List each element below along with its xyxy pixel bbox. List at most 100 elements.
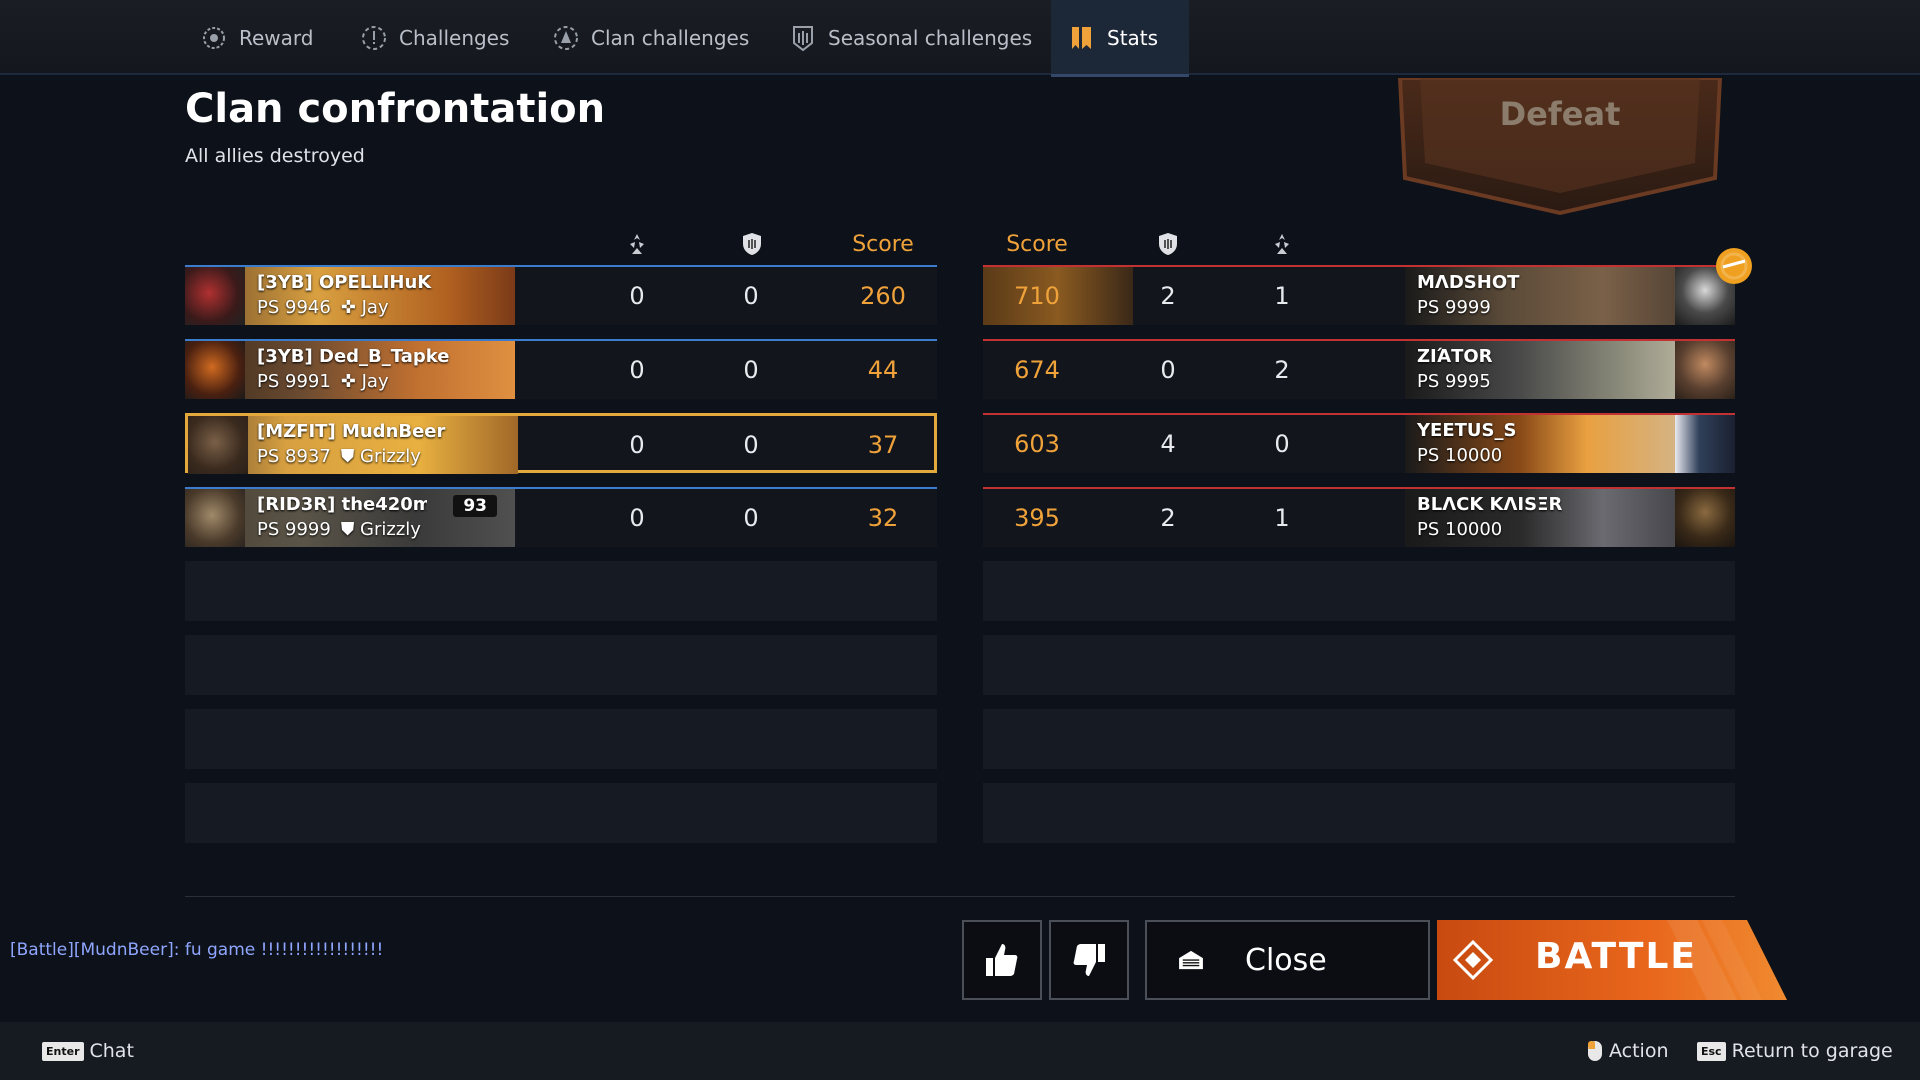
kills-value: 0 bbox=[629, 504, 645, 532]
stats-icon bbox=[1072, 26, 1091, 49]
squad-label: Grizzly bbox=[360, 519, 421, 540]
assists-value: 2 bbox=[1160, 282, 1176, 310]
player-ps: PS 10000 bbox=[1417, 445, 1503, 466]
kills-value: 0 bbox=[629, 356, 645, 384]
table-row[interactable]: [3YB] OPELLIHuK PS 9946 ✜ Jay 0 0 260 bbox=[185, 265, 937, 325]
assists-value: 0 bbox=[1160, 356, 1176, 384]
tab-label: Stats bbox=[1107, 25, 1159, 50]
player-card[interactable]: [MZFIT] MudnBeer PS 8937 ⛊ Grizzly bbox=[188, 416, 518, 474]
table-row[interactable]: 674 0 2 ZIΆTOR PS 9995 bbox=[983, 339, 1735, 399]
player-name: [MZFIT] MudnBeer bbox=[257, 421, 446, 442]
top-tab-bar: Reward Challenges Clan challenges Season… bbox=[0, 0, 1920, 77]
player-ps: PS 8937 ⛊ Grizzly bbox=[257, 446, 421, 467]
avatar bbox=[1675, 415, 1735, 473]
tab-label: Clan challenges bbox=[591, 25, 750, 50]
dislike-button[interactable] bbox=[1049, 920, 1129, 1000]
player-ps: PS 9946 ✜ Jay bbox=[257, 297, 389, 318]
table-row[interactable]: [3YB] Ded_B_Tapke PS 9991 ✜ Jay 0 0 44 bbox=[185, 339, 937, 399]
player-name: YEETUS_S bbox=[1417, 420, 1517, 441]
assists-value: 0 bbox=[743, 282, 759, 310]
table-row-current-player[interactable]: [MZFIT] MudnBeer PS 8937 ⛊ Grizzly 0 0 37 bbox=[185, 413, 937, 474]
table-row[interactable]: 710 2 1 MΛDSHOT PS 9999 bbox=[983, 248, 1752, 325]
reward-icon bbox=[203, 26, 225, 49]
avatar bbox=[185, 489, 245, 547]
player-ps: PS 10000 bbox=[1417, 519, 1503, 540]
empty-row bbox=[983, 783, 1735, 843]
return-to-garage-hint[interactable]: Esc Return to garage bbox=[1697, 1040, 1893, 1062]
shield-icon bbox=[743, 233, 761, 255]
ps-value: PS 9991 bbox=[257, 371, 331, 392]
player-name: ZIΆTOR bbox=[1417, 346, 1493, 367]
divider bbox=[185, 896, 1735, 897]
table-row[interactable]: 603 4 0 YEETUS_S PS 10000 bbox=[983, 413, 1735, 473]
column-header-assists bbox=[737, 232, 767, 262]
score-value: 260 bbox=[860, 282, 906, 310]
enter-key-icon: Enter bbox=[42, 1041, 84, 1061]
tab-label: Challenges bbox=[399, 25, 510, 50]
empty-row bbox=[185, 561, 937, 621]
player-card[interactable]: YEETUS_S PS 10000 bbox=[1405, 415, 1735, 473]
squad-name: ✜ Jay bbox=[340, 297, 389, 318]
result-label: Defeat bbox=[1499, 95, 1621, 133]
player-name: [3YB] OPELLIHuK bbox=[257, 272, 432, 293]
action-hint[interactable]: Action bbox=[1587, 1040, 1669, 1062]
esc-key-icon: Esc bbox=[1697, 1041, 1726, 1061]
assists-value: 4 bbox=[1160, 430, 1176, 458]
kills-icon bbox=[630, 234, 644, 254]
empty-row bbox=[185, 783, 937, 843]
tab-clan-challenges[interactable]: Clan challenges bbox=[537, 0, 763, 75]
tab-seasonal-challenges[interactable]: Seasonal challenges bbox=[774, 0, 1046, 75]
player-card[interactable]: [3YB] Ded_B_Tapke PS 9991 ✜ Jay bbox=[185, 341, 515, 399]
tab-label: Reward bbox=[239, 25, 314, 50]
assists-value: 0 bbox=[743, 356, 759, 384]
chat-hint[interactable]: Enter Chat bbox=[42, 1040, 134, 1062]
player-card[interactable]: [RID3R] the420mo PS 9999 ⛊ Grizzly 93 bbox=[185, 489, 515, 547]
assists-value: 0 bbox=[743, 431, 759, 459]
empty-row bbox=[185, 709, 937, 769]
player-name: [3YB] Ded_B_Tapke bbox=[257, 346, 450, 367]
like-button[interactable] bbox=[962, 920, 1042, 1000]
squad-name: ✜ Jay bbox=[340, 371, 389, 392]
table-row[interactable]: [RID3R] the420mo PS 9999 ⛊ Grizzly 93 0 0… bbox=[185, 487, 937, 547]
avatar bbox=[185, 267, 245, 325]
tab-label: Seasonal challenges bbox=[828, 25, 1033, 50]
tab-stats[interactable]: Stats bbox=[1051, 0, 1189, 77]
kills-value: 2 bbox=[1274, 356, 1290, 384]
squad-label: Jay bbox=[361, 297, 389, 318]
close-button[interactable]: Close bbox=[1145, 920, 1430, 1000]
ps-value: PS 9999 bbox=[257, 519, 331, 540]
player-card[interactable]: BLΛCK KΛISΞR PS 10000 bbox=[1405, 489, 1735, 547]
garage-icon bbox=[1179, 950, 1203, 970]
tab-challenges[interactable]: Challenges bbox=[345, 0, 523, 75]
player-card[interactable]: [3YB] OPELLIHuK PS 9946 ✜ Jay bbox=[185, 267, 515, 325]
column-header-assists bbox=[1153, 232, 1183, 262]
column-header-kills bbox=[622, 232, 652, 262]
battle-subtitle: All allies destroyed bbox=[185, 145, 365, 167]
action-hint-label: Action bbox=[1609, 1040, 1669, 1062]
return-to-garage-label: Return to garage bbox=[1731, 1040, 1893, 1062]
player-ps: PS 9999 ⛊ Grizzly bbox=[257, 519, 421, 540]
tab-reward[interactable]: Reward bbox=[185, 0, 327, 75]
challenges-icon bbox=[362, 25, 386, 50]
player-ps: PS 9999 bbox=[1417, 297, 1491, 318]
kills-value: 0 bbox=[629, 431, 645, 459]
squad-name: ⛊ Grizzly bbox=[340, 519, 421, 540]
table-row[interactable]: 395 2 1 BLΛCK KΛISΞR PS 10000 bbox=[983, 487, 1735, 547]
column-header-kills bbox=[1267, 232, 1297, 262]
player-name: [RID3R] the420mo bbox=[257, 494, 427, 515]
thumbs-down-icon bbox=[1073, 944, 1105, 976]
player-card[interactable]: MΛDSHOT PS 9999 bbox=[1405, 267, 1735, 325]
kills-value: 0 bbox=[1274, 430, 1290, 458]
column-header-score: Score bbox=[852, 232, 914, 257]
level-badge: 93 bbox=[453, 495, 497, 517]
chat-message: [Battle][MudnBeer]: fu game !!!!!!!!!!!!… bbox=[10, 940, 384, 960]
badge-icon bbox=[1716, 248, 1752, 284]
player-card[interactable]: ZIΆTOR PS 9995 bbox=[1405, 341, 1735, 399]
thumbs-up-icon bbox=[986, 944, 1018, 976]
squad-label: Grizzly bbox=[360, 446, 421, 467]
clan-challenges-icon bbox=[554, 25, 578, 50]
kills-value: 0 bbox=[629, 282, 645, 310]
kills-value: 1 bbox=[1274, 504, 1290, 532]
score-value: 674 bbox=[1014, 356, 1060, 384]
avatar bbox=[1675, 489, 1735, 547]
